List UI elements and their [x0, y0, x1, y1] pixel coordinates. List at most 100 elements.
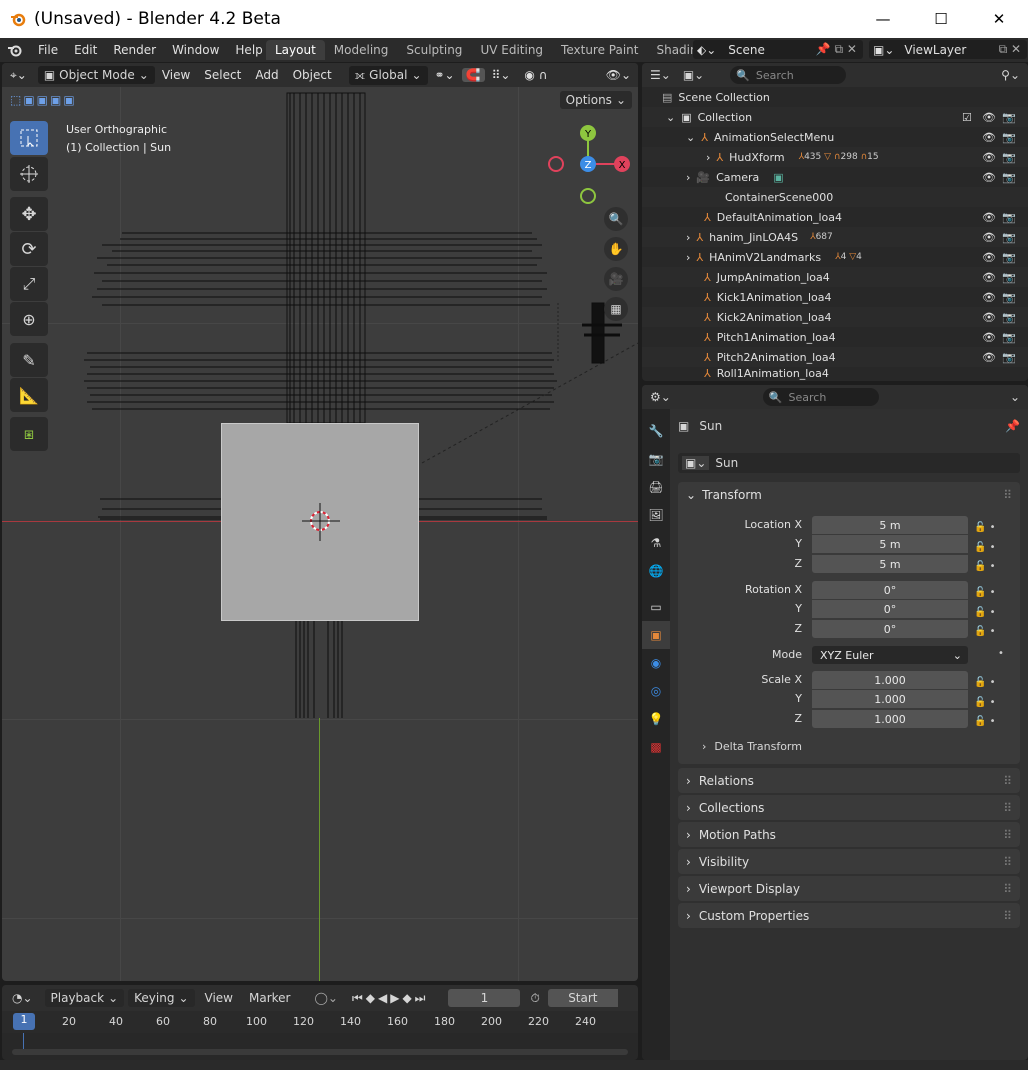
custom-properties-panel[interactable]: › Custom Properties ⠿ [678, 903, 1020, 928]
visibility-icon[interactable]: 👁⌄ [599, 68, 638, 82]
camera-icon[interactable]: 📷 [1002, 151, 1016, 164]
transform-header[interactable]: ⌄ Transform ⠿ [678, 482, 1020, 507]
rotation-y-field[interactable]: 0° [812, 600, 968, 618]
menu-render[interactable]: Render [105, 43, 164, 57]
lock-icons[interactable]: 🔓 • 🔓 • 🔓 • [974, 673, 996, 732]
display-mode-icon[interactable]: ▣⌄ [683, 68, 704, 82]
viewport-menu-add[interactable]: Add [248, 68, 285, 82]
camera-icon[interactable]: 📷 [1002, 131, 1016, 144]
camera-icon[interactable]: 📷 [1002, 291, 1016, 304]
timeline-scrollbar[interactable] [12, 1049, 628, 1055]
drag-handle-icon[interactable]: ⠿ [1003, 801, 1012, 815]
timeline-menu-marker[interactable]: Marker [249, 991, 290, 1005]
viewport-display-panel[interactable]: › Viewport Display ⠿ [678, 876, 1020, 901]
collection-tab-icon[interactable]: ▭ [642, 593, 670, 621]
select-box-tool-icon[interactable] [10, 121, 48, 155]
outliner-row[interactable]: ⅄ Kick2Animation_loa4 👁 📷 [642, 307, 1028, 327]
outliner-row[interactable]: ▤ Scene Collection [642, 87, 1028, 107]
eye-icon[interactable]: 👁 [982, 251, 996, 264]
outliner-row[interactable]: › ⅄ HudXform ⅄435 ▽ ∩298 ∩15 👁 📷 [642, 147, 1028, 167]
expand-icon[interactable]: ⌄ [686, 131, 695, 144]
scene-actions-icon[interactable]: 📌 ⧉ ✕ [816, 42, 857, 57]
add-cube-tool-icon[interactable]: ⧆ [10, 417, 48, 451]
drag-handle-icon[interactable]: ⠿ [1003, 774, 1012, 788]
transform-tool-icon[interactable]: ⊕ [10, 302, 48, 336]
menu-window[interactable]: Window [164, 43, 227, 57]
outliner-row[interactable]: › 🎥 Camera ▣ 👁 📷 [642, 167, 1028, 187]
scale-tool-icon[interactable]: ⤢ [10, 267, 48, 301]
outliner-row[interactable]: ⅄ Pitch1Animation_loa4 👁 📷 [642, 327, 1028, 347]
eye-icon[interactable]: 👁 [982, 211, 996, 224]
camera-icon[interactable]: 📷 [1002, 171, 1016, 184]
pivot-icon[interactable]: ⚭⌄ [428, 68, 462, 82]
outliner-search-input[interactable]: 🔍 Search [730, 66, 847, 84]
tab-modeling[interactable]: Modeling [325, 40, 398, 60]
light-data-tab-icon[interactable]: 💡 [642, 705, 670, 733]
menu-edit[interactable]: Edit [66, 43, 105, 57]
location-y-field[interactable]: 5 m [812, 535, 968, 553]
visibility-panel[interactable]: › Visibility ⠿ [678, 849, 1020, 874]
move-tool-icon[interactable]: ✥ [10, 197, 48, 231]
maximize-button[interactable]: ☐ [912, 0, 970, 38]
options-dropdown[interactable]: Options ⌄ [559, 91, 632, 109]
outliner-row[interactable]: ContainerScene000 [642, 187, 1028, 207]
playback-dropdown[interactable]: Playback ⌄ [44, 989, 125, 1007]
output-tab-icon[interactable]: 🖨 [642, 473, 670, 501]
rotation-z-field[interactable]: 0° [812, 620, 968, 638]
render-tab-icon[interactable]: 📷 [642, 445, 670, 473]
object-name-field[interactable]: ▣⌄ Sun [678, 453, 1020, 473]
zoom-icon[interactable]: 🔍 [604, 207, 628, 231]
viewport-menu-view[interactable]: View [155, 68, 197, 82]
tab-layout[interactable]: Layout [266, 40, 325, 60]
eye-icon[interactable]: 👁 [982, 271, 996, 284]
motion-paths-panel[interactable]: › Motion Paths ⠿ [678, 822, 1020, 847]
eye-icon[interactable]: 👁 [982, 231, 996, 244]
physics-tab-icon[interactable]: ◎ [642, 677, 670, 705]
playhead-frame[interactable]: 1 [13, 1013, 35, 1030]
outliner-row[interactable]: ⅄ Roll1Animation_loa4 [642, 367, 1028, 381]
expand-icon[interactable]: ⌄ [666, 111, 675, 124]
eye-icon[interactable]: 👁 [982, 171, 996, 184]
expand-icon[interactable]: › [686, 251, 690, 264]
drag-handle-icon[interactable]: ⠿ [1003, 855, 1012, 869]
outliner-row[interactable]: ⅄ Kick1Animation_loa4 👁 📷 [642, 287, 1028, 307]
location-z-field[interactable]: 5 m [812, 555, 968, 573]
drag-handle-icon[interactable]: ⠿ [1003, 882, 1012, 896]
outliner-row[interactable]: ⌄ ▣ Collection ☑ 👁 📷 [642, 107, 1028, 127]
viewlayer-actions-icon[interactable]: ⧉ ✕ [999, 42, 1021, 57]
proportional-edit-icon[interactable]: ◉ ∩ [517, 68, 554, 82]
measure-tool-icon[interactable]: 📐 [10, 378, 48, 412]
texture-tab-icon[interactable]: ▩ [642, 733, 670, 761]
rotation-x-field[interactable]: 0° [812, 581, 968, 599]
eye-icon[interactable]: 👁 [982, 351, 996, 364]
3d-viewport[interactable]: ⌖⌄ ▣ Object Mode ⌄ View Select Add Object … [2, 63, 638, 981]
orientation-dropdown[interactable]: ⟗ Global ⌄ [348, 65, 428, 85]
viewport-menu-object[interactable]: Object [286, 68, 339, 82]
navigation-gizmo[interactable]: Y X Z [546, 123, 632, 209]
outliner-row[interactable]: ⅄ Pitch2Animation_loa4 👁 📷 [642, 347, 1028, 367]
ortho-grid-icon[interactable]: ▦ [604, 297, 628, 321]
lock-icons[interactable]: 🔓 • 🔓 • 🔓 • [974, 518, 996, 577]
drag-handle-icon[interactable]: ⠿ [1003, 488, 1012, 502]
mode-dropdown[interactable]: ▣ Object Mode ⌄ [37, 66, 155, 84]
timeline-ruler[interactable]: 1 20 40 60 80 100 120 140 160 180 200 22… [2, 1011, 638, 1033]
object-type-icon[interactable]: ▣⌄ [682, 456, 710, 470]
camera-icon[interactable]: 📷 [1002, 251, 1016, 264]
modifiers-tab-icon[interactable]: ◉ [642, 649, 670, 677]
rotation-mode-dropdown[interactable]: XYZ Euler ⌄ [812, 646, 968, 664]
tab-uv-editing[interactable]: UV Editing [471, 40, 552, 60]
annotate-tool-icon[interactable]: ✎ [10, 343, 48, 377]
keying-dropdown[interactable]: Keying ⌄ [128, 989, 195, 1007]
eye-icon[interactable]: 👁 [982, 311, 996, 324]
snap-target-icon[interactable]: ⠿⌄ [485, 68, 518, 82]
viewport-menu-select[interactable]: Select [197, 68, 248, 82]
lock-icons[interactable]: 🔓 • 🔓 • 🔓 • [974, 583, 996, 642]
drag-handle-icon[interactable]: ⠿ [1003, 909, 1012, 923]
scene-tab-icon[interactable]: ⚗ [642, 529, 670, 557]
scale-y-field[interactable]: 1.000 [812, 690, 968, 708]
outliner-row[interactable]: ⅄ JumpAnimation_loa4 👁 📷 [642, 267, 1028, 287]
delta-transform-subpanel[interactable]: › Delta Transform [702, 740, 802, 753]
view-layer-tab-icon[interactable]: 🖼 [642, 501, 670, 529]
viewlayer-selector[interactable]: ▣⌄ ViewLayer ⧉ ✕ [869, 40, 1027, 59]
tool-tab-icon[interactable]: 🔧 [642, 417, 670, 445]
